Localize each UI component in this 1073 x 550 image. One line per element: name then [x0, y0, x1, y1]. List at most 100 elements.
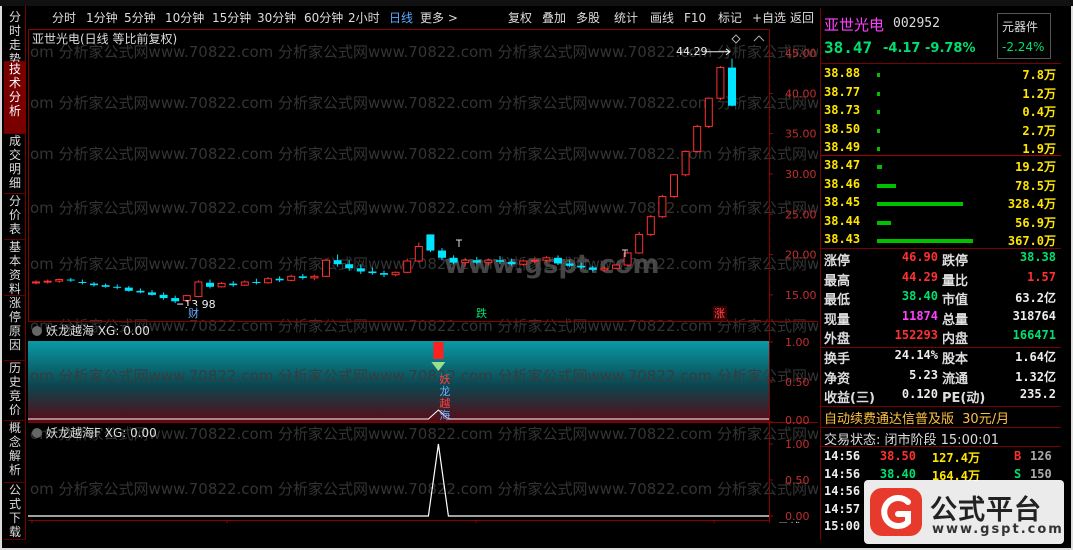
candle-body [449, 257, 458, 263]
toolbar-item[interactable]: 分时 [52, 8, 76, 28]
toolbar-item[interactable]: 标记 [718, 8, 742, 28]
tick-volume: 127.4万 [931, 451, 980, 465]
promo-price[interactable]: 30元/月 [962, 412, 1009, 427]
candle-body [461, 259, 470, 264]
book-volume: 367.0万 [1007, 234, 1056, 248]
toolbar-item[interactable]: 复权 [508, 8, 532, 28]
watermark-row: om 分析家公式网www.70822.com 分析家公式网www.70822.c… [30, 367, 818, 385]
toolbar-item[interactable]: 返回 [790, 8, 814, 28]
bid-row[interactable]: 38.47 19.2万 [824, 158, 1056, 176]
stat-row: 外盘 152293 内盘 166471 [824, 328, 1058, 348]
candle-body [577, 265, 586, 268]
tick-price: 38.50 [879, 449, 916, 463]
event-marker: 跌 [476, 306, 487, 320]
book-price: 38.49 [824, 140, 861, 154]
candle-body [588, 267, 597, 270]
candle-body [403, 260, 412, 273]
share-stat-row: 净资 5.23 流通 1.32亿 [824, 368, 1058, 388]
signal-word: 海 [439, 408, 450, 422]
left-tab-label: 成交明细 [8, 134, 21, 190]
tick-time: 14:56 [824, 449, 861, 463]
stat-label: PE(动) [942, 391, 986, 406]
toolbar-item[interactable]: 5分钟 [124, 8, 156, 28]
toolbar-item[interactable]: 叠加 [542, 8, 566, 28]
indicator1-toggle-icon[interactable] [32, 326, 42, 336]
toolbar-item[interactable]: 60分钟 [304, 8, 343, 28]
ind1-y-label: 0.50 [785, 376, 810, 389]
toolbar-item[interactable]: 更多 > [420, 8, 458, 28]
candle-body [426, 234, 435, 251]
candle-body [681, 150, 690, 176]
ask-row[interactable]: 38.50 2.7万 [824, 122, 1056, 140]
stat-value: 1.57 [1027, 269, 1056, 284]
candle-body [310, 275, 319, 279]
candle-body [472, 260, 481, 263]
promo-banner[interactable]: 自动续费通达信普及版 30元/月 [824, 408, 1009, 427]
stat-value: 46.90 [901, 250, 938, 264]
promo-text[interactable]: 自动续费通达信普及版 [824, 412, 954, 427]
stat-label: 总量 [942, 312, 969, 328]
left-tab[interactable]: 基本资料 [4, 240, 26, 296]
candle-body [670, 174, 678, 198]
toolbar-item[interactable]: 2小时 [348, 8, 380, 28]
toolbar-item[interactable]: 15分钟 [212, 8, 251, 28]
sector-box[interactable]: 元器件 -2.24% [997, 13, 1051, 59]
kline-svg[interactable]: om 分析家公式网www.70822.com 分析家公式网www.70822.c… [28, 29, 932, 535]
event-marker: 涨 [714, 307, 725, 320]
left-tab[interactable]: 历史竞价 [4, 361, 26, 421]
kline-chart-area[interactable]: om 分析家公式网www.70822.com 分析家公式网www.70822.c… [28, 29, 932, 535]
candle-body [322, 259, 330, 277]
left-tab[interactable]: 分时走势 [4, 10, 26, 66]
toolbar-item[interactable]: 统计 [614, 8, 638, 28]
left-tab[interactable]: 技术分析 [4, 62, 26, 134]
candle-body [658, 196, 667, 218]
toolbar-item[interactable]: 多股 [576, 8, 600, 28]
left-tab[interactable]: 涨停原因 [4, 296, 26, 361]
signal-bar [433, 342, 444, 359]
candle-body [333, 260, 342, 265]
candle-body [519, 260, 528, 265]
tick-price: 38.40 [879, 466, 916, 481]
y-tick-label: 30.00 [785, 168, 817, 181]
ask-row[interactable]: 38.88 7.8万 [824, 66, 1056, 84]
stat-label: 最高 [824, 273, 851, 289]
y-tick-label: 35.00 [785, 128, 817, 141]
book-price: 38.73 [824, 103, 861, 117]
toolbar-item[interactable]: 画线 [650, 8, 674, 28]
x-tick-label: 1 [718, 522, 725, 523]
sector-button[interactable]: 元器件 [1002, 18, 1038, 35]
share-stat-row: 收益(三) 0.120 PE(动) 235.2 [824, 387, 1058, 407]
stat-value: 38.40 [901, 289, 938, 303]
ask-row[interactable]: 38.77 1.2万 [824, 85, 1056, 103]
stat-label: 净资 [824, 371, 851, 387]
candle-body [101, 285, 110, 287]
book-volume-bar [877, 91, 880, 96]
candle-body [600, 267, 609, 271]
stat-row: 最高 44.29 量比 1.57 [824, 270, 1058, 290]
toolbar-item[interactable]: 30分钟 [257, 8, 296, 28]
y-tick-label: 25.00 [785, 208, 817, 221]
stock-code: 002952 [893, 16, 940, 31]
x-tick-label: 11 [231, 522, 245, 523]
book-volume-bar [877, 239, 973, 243]
left-tab[interactable]: 分价表 [4, 194, 26, 240]
indicator2-toggle-icon[interactable] [32, 428, 42, 438]
indicator2-title: 妖龙越海F XG: 0.00 [46, 425, 157, 440]
candle-body [43, 280, 52, 283]
toolbar-item[interactable]: 日线 [389, 8, 413, 28]
toolbar-item[interactable]: 10分钟 [165, 8, 204, 28]
x-tick-label: 12 [480, 522, 494, 523]
bid-row[interactable]: 38.45 328.4万 [824, 195, 1056, 213]
stat-value: 0.120 [901, 387, 938, 401]
toolbar-item[interactable]: +自选 [752, 8, 786, 28]
candle-body [554, 257, 562, 264]
left-tab[interactable]: 公式下载 [4, 483, 26, 540]
candle-body [728, 67, 736, 106]
ask-row[interactable]: 38.73 0.4万 [824, 103, 1056, 121]
toolbar-item[interactable]: 1分钟 [86, 8, 118, 28]
bid-row[interactable]: 38.44 56.9万 [824, 214, 1056, 232]
left-tab[interactable]: 成交明细 [4, 134, 26, 194]
toolbar-item[interactable]: F10 [684, 8, 706, 28]
bid-row[interactable]: 38.46 78.5万 [824, 177, 1056, 195]
left-tab[interactable]: 概念解析 [4, 421, 26, 483]
